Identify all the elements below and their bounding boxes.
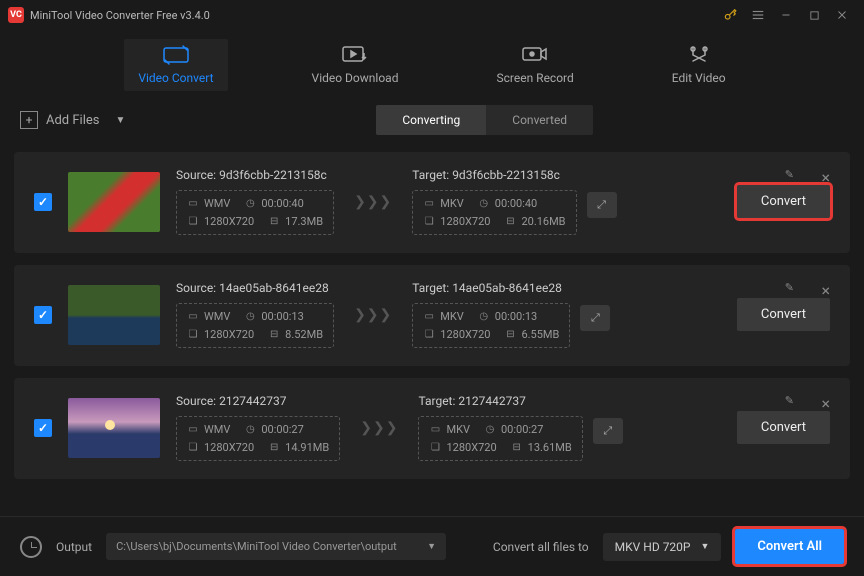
- file-card: ✓ Source: 2127442737 ▭WMV ◷00:00:27 ❏128…: [14, 378, 850, 479]
- convert-all-button[interactable]: Convert All: [735, 529, 844, 564]
- remove-file-icon[interactable]: ×: [821, 281, 830, 300]
- app-title: MiniTool Video Converter Free v3.4.0: [30, 9, 210, 22]
- chevron-down-icon: ▼: [115, 115, 125, 126]
- arrows-icon: ❯❯❯: [354, 194, 392, 210]
- toolbar: + Add Files ▼ Converting Converted: [0, 100, 864, 140]
- resolution-icon: ❏: [187, 216, 199, 227]
- tab-label: Edit Video: [672, 71, 726, 85]
- remove-file-icon[interactable]: ×: [821, 168, 830, 187]
- tab-converting[interactable]: Converting: [376, 105, 486, 135]
- remove-file-icon[interactable]: ×: [821, 394, 830, 413]
- target-label: Target: 9d3f6cbb-2213158c: [412, 168, 576, 182]
- sub-tabs: Converting Converted: [376, 105, 593, 135]
- upgrade-icon[interactable]: [716, 1, 744, 29]
- target-meta: ▭MKV ◷00:00:13 ❏1280X720 ⊟6.55MB: [412, 303, 570, 348]
- tab-label: Video Download: [312, 71, 399, 85]
- target-label: Target: 14ae05ab-8641ee28: [412, 281, 570, 295]
- convert-button[interactable]: Convert: [737, 185, 830, 218]
- convert-all-label: Convert all files to: [493, 540, 589, 554]
- tab-video-download[interactable]: Video Download: [298, 39, 413, 91]
- output-label: Output: [56, 540, 92, 554]
- edit-video-icon: [685, 45, 713, 65]
- size-icon: ⊟: [268, 216, 280, 227]
- minimize-icon[interactable]: [772, 1, 800, 29]
- file-checkbox[interactable]: ✓: [34, 306, 52, 324]
- output-path-select[interactable]: C:\Users\bj\Documents\MiniTool Video Con…: [106, 533, 446, 560]
- bottom-bar: Output C:\Users\bj\Documents\MiniTool Vi…: [0, 516, 864, 576]
- file-card: ✓ Source: 14ae05ab-8641ee28 ▭WMV ◷00:00:…: [14, 265, 850, 366]
- source-meta: ▭WMV ◷00:00:27 ❏1280X720 ⊟14.91MB: [176, 416, 340, 461]
- tab-screen-record[interactable]: Screen Record: [482, 39, 587, 91]
- tab-video-convert[interactable]: Video Convert: [124, 39, 227, 91]
- edit-icon[interactable]: ✎: [785, 168, 794, 181]
- source-meta: ▭WMV ◷00:00:40 ❏1280X720 ⊟17.3MB: [176, 190, 334, 235]
- screen-record-icon: [521, 45, 549, 65]
- arrows-icon: ❯❯❯: [354, 307, 392, 323]
- add-files-label: Add Files: [46, 113, 99, 128]
- target-label: Target: 2127442737: [418, 394, 582, 408]
- target-settings-button[interactable]: ⤢: [593, 418, 623, 444]
- edit-icon[interactable]: ✎: [785, 281, 794, 294]
- tab-edit-video[interactable]: Edit Video: [658, 39, 740, 91]
- target-meta: ▭MKV ◷00:00:27 ❏1280X720 ⊟13.61MB: [418, 416, 582, 461]
- source-label: Source: 14ae05ab-8641ee28: [176, 281, 334, 295]
- output-format-select[interactable]: MKV HD 720P ▼: [603, 533, 722, 561]
- menu-icon[interactable]: [744, 1, 772, 29]
- video-thumbnail: [68, 172, 160, 232]
- file-list: ✓ Source: 9d3f6cbb-2213158c ▭WMV ◷00:00:…: [0, 140, 864, 540]
- tab-label: Video Convert: [138, 71, 213, 85]
- target-settings-button[interactable]: ⤢: [580, 305, 610, 331]
- titlebar: VC MiniTool Video Converter Free v3.4.0: [0, 0, 864, 30]
- edit-icon[interactable]: ✎: [785, 394, 794, 407]
- chevron-down-icon: ▼: [427, 541, 436, 552]
- format-icon: ▭: [187, 198, 199, 209]
- schedule-icon[interactable]: [20, 536, 42, 558]
- maximize-icon[interactable]: [800, 1, 828, 29]
- arrows-icon: ❯❯❯: [360, 420, 398, 436]
- video-thumbnail: [68, 285, 160, 345]
- convert-button[interactable]: Convert: [737, 411, 830, 444]
- main-tabs: Video Convert Video Download Screen Reco…: [0, 30, 864, 100]
- convert-button[interactable]: Convert: [737, 298, 830, 331]
- chevron-down-icon: ▼: [701, 541, 710, 552]
- source-meta: ▭WMV ◷00:00:13 ❏1280X720 ⊟8.52MB: [176, 303, 334, 348]
- app-logo: VC: [8, 7, 24, 23]
- tab-label: Screen Record: [496, 71, 573, 85]
- video-thumbnail: [68, 398, 160, 458]
- source-label: Source: 2127442737: [176, 394, 340, 408]
- plus-icon: +: [20, 111, 38, 129]
- clock-icon: ◷: [244, 198, 256, 209]
- file-checkbox[interactable]: ✓: [34, 419, 52, 437]
- source-label: Source: 9d3f6cbb-2213158c: [176, 168, 334, 182]
- add-files-button[interactable]: + Add Files ▼: [20, 111, 125, 129]
- target-meta: ▭MKV ◷00:00:40 ❏1280X720 ⊟20.16MB: [412, 190, 576, 235]
- file-card: ✓ Source: 9d3f6cbb-2213158c ▭WMV ◷00:00:…: [14, 152, 850, 253]
- file-checkbox[interactable]: ✓: [34, 193, 52, 211]
- tab-converted[interactable]: Converted: [486, 105, 593, 135]
- close-icon[interactable]: [828, 1, 856, 29]
- video-convert-icon: [162, 45, 190, 65]
- video-download-icon: [341, 45, 369, 65]
- target-settings-button[interactable]: ⤢: [587, 192, 617, 218]
